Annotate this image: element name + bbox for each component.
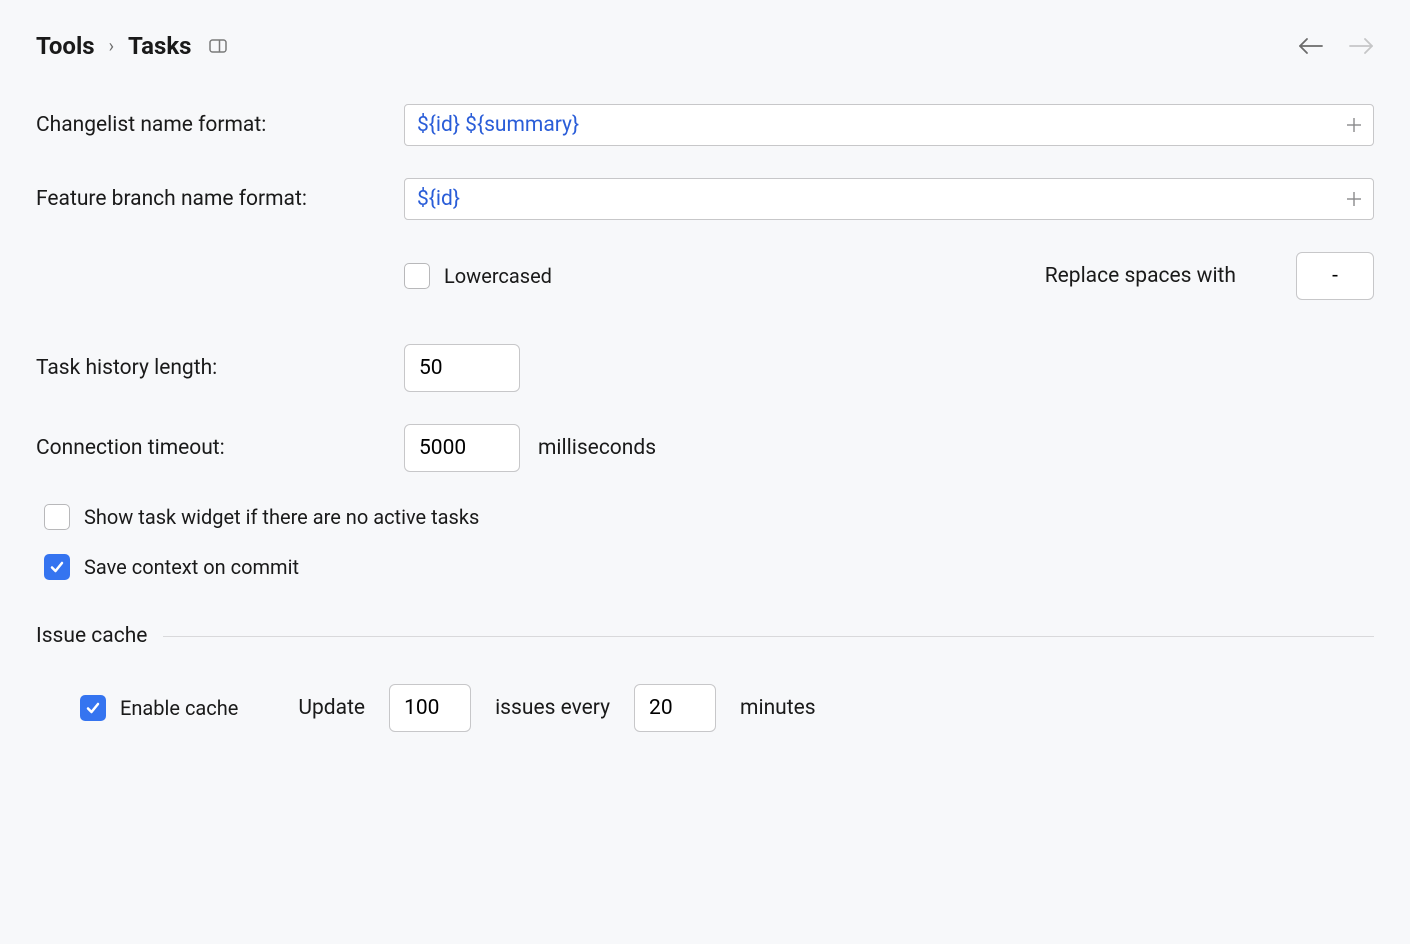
- panel-icon[interactable]: [209, 39, 227, 53]
- connection-timeout-row: Connection timeout: milliseconds: [36, 424, 1374, 472]
- breadcrumb-current: Tasks: [128, 32, 191, 60]
- cache-row: Enable cache Update issues every minutes: [80, 684, 1374, 732]
- issue-cache-title: Issue cache: [36, 624, 147, 648]
- minutes-label: minutes: [740, 696, 816, 720]
- update-label: Update: [298, 696, 365, 720]
- nav-arrows: [1298, 37, 1374, 55]
- checkbox-icon: [404, 263, 430, 289]
- enable-cache-checkbox[interactable]: Enable cache: [80, 695, 238, 721]
- expand-variables-icon[interactable]: [1342, 113, 1366, 137]
- connection-timeout-input[interactable]: [404, 424, 520, 472]
- section-divider: [163, 636, 1374, 637]
- back-arrow-icon[interactable]: [1298, 37, 1324, 55]
- feature-branch-format-label: Feature branch name format:: [36, 187, 404, 211]
- cache-count-input[interactable]: [389, 684, 471, 732]
- save-context-label: Save context on commit: [84, 555, 299, 579]
- forward-arrow-icon: [1348, 37, 1374, 55]
- breadcrumb: Tools › Tasks: [36, 32, 227, 60]
- show-widget-checkbox[interactable]: Show task widget if there are no active …: [44, 504, 1374, 530]
- enable-cache-label: Enable cache: [120, 696, 238, 720]
- lowercased-label: Lowercased: [444, 264, 552, 288]
- settings-header: Tools › Tasks: [36, 32, 1374, 60]
- branch-options-row: Lowercased Replace spaces with: [404, 252, 1374, 300]
- issue-cache-section: Issue cache Enable cache Update issues e…: [36, 624, 1374, 732]
- breadcrumb-separator-icon: ›: [109, 36, 114, 57]
- feature-branch-format-input[interactable]: [404, 178, 1374, 220]
- save-context-row: Save context on commit: [36, 554, 1374, 580]
- milliseconds-label: milliseconds: [538, 436, 656, 460]
- changelist-format-input-wrap: [404, 104, 1374, 146]
- checkbox-icon: [44, 504, 70, 530]
- checkbox-icon: [44, 554, 70, 580]
- show-widget-row: Show task widget if there are no active …: [36, 504, 1374, 530]
- save-context-checkbox[interactable]: Save context on commit: [44, 554, 1374, 580]
- replace-spaces-label: Replace spaces with: [1045, 264, 1236, 288]
- cache-minutes-input[interactable]: [634, 684, 716, 732]
- replace-spaces-input[interactable]: [1296, 252, 1374, 300]
- breadcrumb-parent[interactable]: Tools: [36, 32, 95, 60]
- task-history-row: Task history length:: [36, 344, 1374, 392]
- feature-branch-format-input-wrap: [404, 178, 1374, 220]
- connection-timeout-label: Connection timeout:: [36, 436, 404, 460]
- issues-every-label: issues every: [495, 696, 610, 720]
- changelist-format-label: Changelist name format:: [36, 113, 404, 137]
- section-title-row: Issue cache: [36, 624, 1374, 648]
- feature-branch-format-row: Feature branch name format:: [36, 178, 1374, 220]
- changelist-format-row: Changelist name format:: [36, 104, 1374, 146]
- changelist-format-input[interactable]: [404, 104, 1374, 146]
- checkbox-icon: [80, 695, 106, 721]
- task-history-label: Task history length:: [36, 356, 404, 380]
- show-widget-label: Show task widget if there are no active …: [84, 505, 479, 529]
- lowercased-checkbox[interactable]: Lowercased: [404, 263, 552, 289]
- expand-variables-icon[interactable]: [1342, 187, 1366, 211]
- task-history-input[interactable]: [404, 344, 520, 392]
